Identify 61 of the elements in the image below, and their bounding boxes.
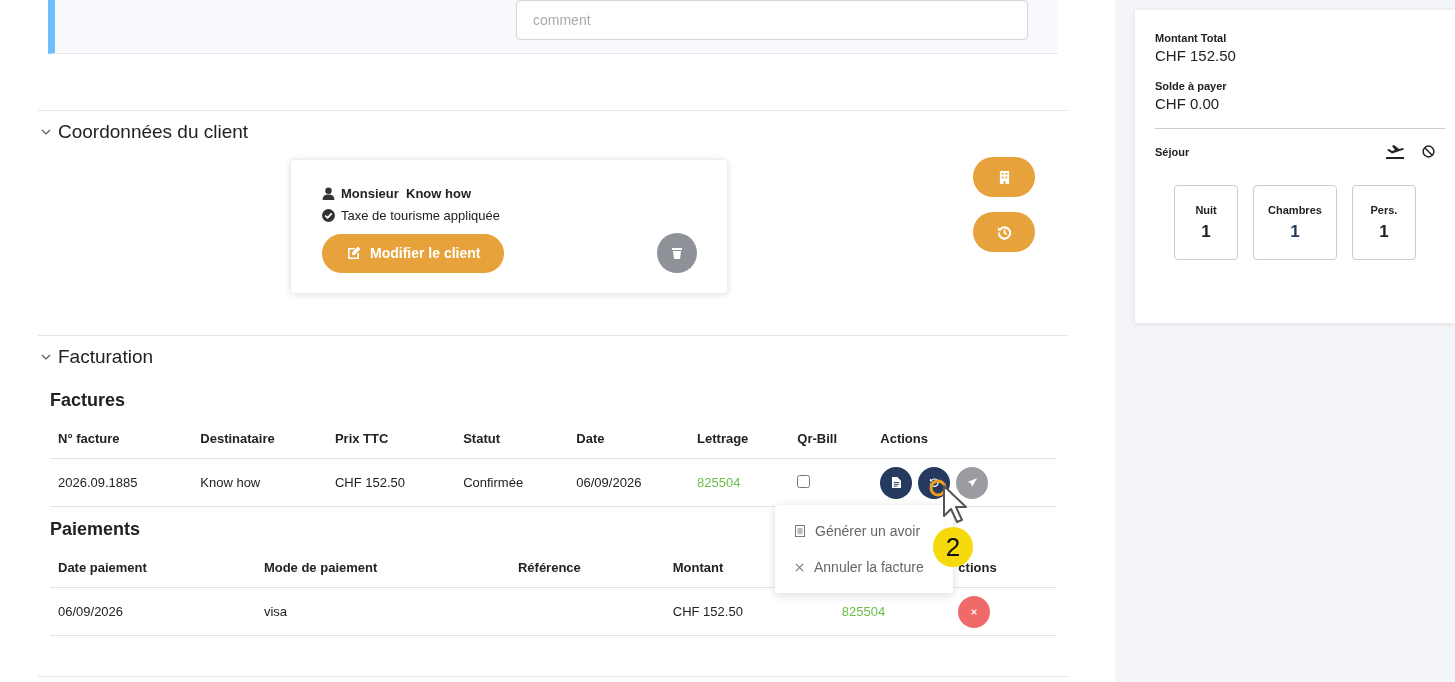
- column-header: Statut: [455, 418, 569, 459]
- column-header: Lettrage: [689, 418, 790, 459]
- comment-field[interactable]: comment: [516, 0, 1028, 40]
- menu-item[interactable]: Générer un avoir: [775, 513, 921, 549]
- subsection-title: Paiements: [49, 518, 141, 541]
- tourist-tax-note: Taxe de tourisme appliquée: [341, 207, 500, 223]
- building-button[interactable]: [973, 157, 1035, 197]
- counter-label: Nuit: [1195, 203, 1217, 216]
- table-cell: Confirmée: [463, 475, 524, 490]
- trash-icon: [670, 246, 684, 260]
- column-header: Qr-Bill: [789, 418, 873, 459]
- edit-icon: [346, 245, 362, 261]
- table-cell: 825504: [697, 475, 741, 490]
- counter-label: Chambres: [1268, 203, 1322, 216]
- table-cell: CHF 152.50: [672, 604, 743, 619]
- subsection-title: Factures: [49, 389, 126, 412]
- column-header: Actions: [872, 418, 1057, 459]
- balance-label: Solde à payer: [1155, 80, 1228, 92]
- column-header: Prix TTC: [326, 418, 456, 459]
- total-label: Montant Total: [1155, 32, 1228, 44]
- column-header: Date paiement: [50, 547, 256, 588]
- column-header: Date: [568, 418, 690, 459]
- table-cell: Know how: [200, 475, 261, 490]
- table-cell: 2026.09.1885: [58, 475, 138, 490]
- table-cell: 06/09/2026: [58, 604, 124, 619]
- column-header: N° facture: [50, 418, 193, 459]
- table-cell: 06/09/2026: [576, 475, 642, 490]
- table-cell: 825504: [841, 604, 886, 619]
- close-icon: [795, 562, 804, 572]
- history-icon: [996, 224, 1012, 240]
- counter-label: Pers.: [1370, 203, 1398, 216]
- send-icon: [966, 477, 978, 488]
- section-header[interactable]: Facturation: [38, 336, 154, 378]
- close-icon: [970, 607, 979, 616]
- document-icon: [795, 525, 805, 537]
- stay-label: Séjour: [1155, 146, 1190, 158]
- building-icon: [998, 170, 1010, 184]
- delete-payment-button[interactable]: [958, 595, 991, 628]
- balance-amount: CHF 0.00: [1155, 95, 1221, 112]
- user-icon: [322, 186, 335, 200]
- check-circle-icon: [322, 208, 335, 222]
- counter-value: 1: [1201, 221, 1211, 242]
- delete-button[interactable]: [657, 233, 697, 273]
- column-header: Destinataire: [192, 418, 327, 459]
- counter-value: 1: [1290, 221, 1300, 242]
- document-icon: [891, 477, 901, 488]
- table-cell: visa: [263, 604, 287, 619]
- counter-value: 1: [1379, 221, 1389, 242]
- qr-bill-checkbox[interactable]: [797, 474, 811, 488]
- document-button[interactable]: [880, 466, 913, 499]
- send-button[interactable]: [956, 466, 989, 499]
- undo-icon: [928, 477, 940, 488]
- plane-icon: [1386, 145, 1404, 159]
- section-header[interactable]: Coordonnées du client: [38, 111, 249, 153]
- client-name: Monsieur Know how: [341, 185, 471, 201]
- forbidden-icon: [1422, 145, 1435, 158]
- column-header: Mode de paiement: [255, 547, 510, 588]
- column-header: Référence: [509, 547, 665, 588]
- total-amount: CHF 152.50: [1155, 47, 1237, 64]
- table-cell: CHF 152.50: [334, 475, 406, 490]
- history-button[interactable]: [973, 212, 1035, 252]
